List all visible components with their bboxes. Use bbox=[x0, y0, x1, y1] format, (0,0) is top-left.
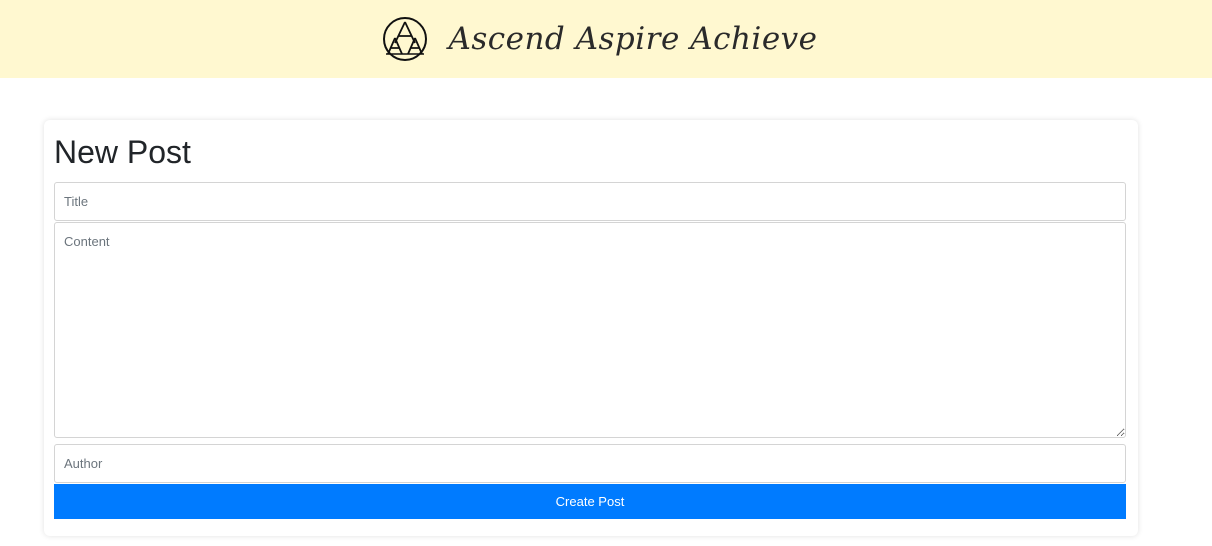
site-header: Ascend Aspire Achieve bbox=[0, 0, 1212, 78]
brand-name: Ascend Aspire Achieve bbox=[448, 21, 818, 57]
brand[interactable]: Ascend Aspire Achieve bbox=[382, 16, 817, 62]
create-post-button[interactable]: Create Post bbox=[54, 484, 1126, 519]
new-post-card: New Post Create Post bbox=[44, 120, 1138, 536]
title-input[interactable] bbox=[54, 182, 1126, 221]
content-textarea[interactable] bbox=[54, 222, 1126, 438]
page-title: New Post bbox=[54, 134, 191, 170]
aaa-monogram-icon bbox=[383, 17, 428, 61]
author-input[interactable] bbox=[54, 444, 1126, 483]
